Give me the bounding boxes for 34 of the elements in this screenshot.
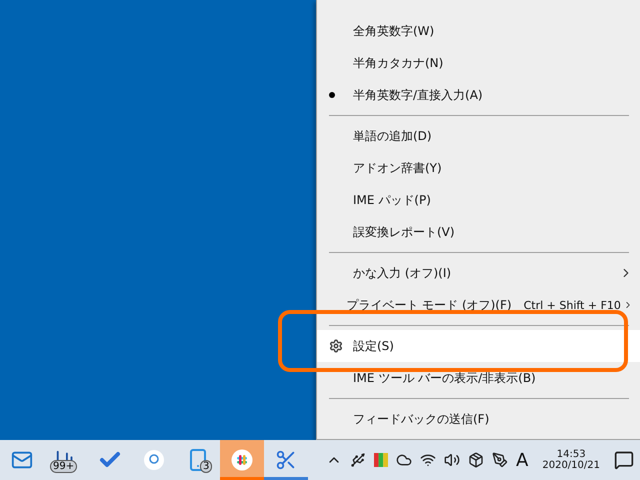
menu-item[interactable]: 設定(S) — [317, 330, 640, 362]
menu-item[interactable]: プライベート モード (オフ)(F) Ctrl + Shift + F10 — [317, 289, 640, 321]
mail-icon — [11, 449, 33, 471]
hash-logo-icon — [231, 449, 253, 471]
pen-icon[interactable] — [492, 452, 508, 468]
circle-icon — [143, 449, 165, 471]
menu-item[interactable]: 誤変換レポート(V) — [317, 216, 640, 248]
menu-item[interactable]: 全角英数字(W) — [317, 15, 640, 47]
speaker-icon[interactable] — [444, 452, 460, 468]
clock-time[interactable]: 14:53 — [556, 449, 586, 460]
clock-date[interactable]: 2020/10/21 — [542, 460, 600, 471]
taskbar-app[interactable] — [220, 440, 264, 480]
settings-icon — [329, 339, 343, 353]
menu-item[interactable]: 単語の追加(D) — [317, 120, 640, 152]
box-icon[interactable] — [468, 452, 484, 468]
color-tiles-icon[interactable] — [374, 453, 388, 467]
ime-mode-indicator[interactable]: A — [516, 450, 528, 470]
count-badge: 3 — [200, 460, 212, 473]
menu-item[interactable]: 半角英数字/直接入力(A) — [317, 79, 640, 111]
menu-item[interactable]: アドオン辞書(Y) — [317, 152, 640, 184]
scissors-icon — [275, 449, 297, 471]
taskbar-app[interactable]: 3 — [176, 440, 220, 480]
count-badge: 99+ — [50, 460, 78, 473]
menu-item[interactable]: フィードバックの送信(F) — [317, 403, 640, 435]
menu-item[interactable]: かな入力 (オフ)(I) — [317, 257, 640, 289]
cloud-icon[interactable] — [396, 452, 412, 468]
menu-item[interactable]: 半角カタカナ(N) — [317, 47, 640, 79]
shortcut-text: Ctrl + Shift + F10 — [524, 298, 621, 312]
wifi-icon[interactable] — [420, 452, 436, 468]
notification-icon[interactable] — [614, 450, 634, 470]
usb-icon[interactable] — [350, 452, 366, 468]
taskbar-app[interactable]: 99+ — [44, 440, 88, 480]
menu-item[interactable]: IME パッド(P) — [317, 184, 640, 216]
menu-item[interactable]: IME ツール バーの表示/非表示(B) — [317, 362, 640, 394]
